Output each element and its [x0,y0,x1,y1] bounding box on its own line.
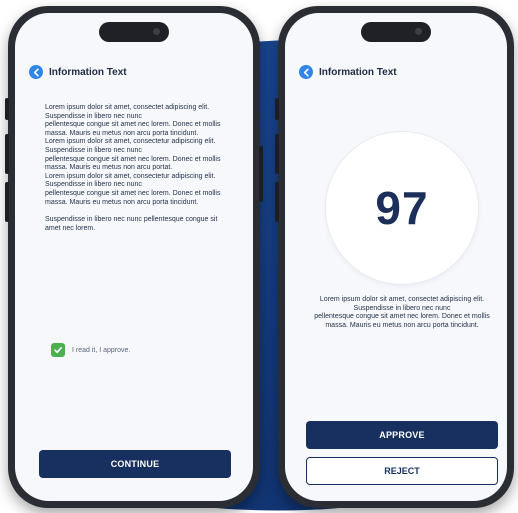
phone-side-button [5,134,9,174]
continue-button[interactable]: CONTINUE [39,450,231,478]
result-paragraph: pellentesque congue sit amet nec lorem. … [314,313,490,329]
info-text-body: Lorem ipsum dolor sit amet, consectet ad… [45,104,227,233]
info-paragraph: pellentesque congue sit amet nec lorem. … [45,155,221,172]
reject-button[interactable]: REJECT [306,457,498,485]
back-arrow-icon[interactable] [299,65,313,79]
info-paragraph: Lorem ipsum dolor sit amet, consectetur … [45,172,216,189]
info-paragraph: Lorem ipsum dolor sit amet, consectet ad… [45,104,210,120]
info-paragraph: pellentesque congue sit amet nec lorem. … [45,121,221,137]
checkbox-label: I read it, I approve. [72,346,131,354]
phone-side-button [275,98,279,120]
dynamic-island [99,22,169,42]
info-paragraph: Suspendisse in libero nec nunc pellentes… [45,216,218,232]
approve-button[interactable]: APPROVE [306,421,498,449]
phone-side-button [275,134,279,174]
approve-checkbox[interactable] [51,343,65,357]
left-screen: Information Text Lorem ipsum dolor sit a… [15,13,253,501]
camera-icon [415,28,422,35]
phone-side-button [259,146,263,202]
result-text-body: Lorem ipsum dolor sit amet, consectet ad… [303,296,501,330]
score-value: 97 [375,182,429,234]
page-title: Information Text [49,66,127,78]
checkmark-icon [54,347,62,354]
phone-side-button [5,98,9,120]
score-circle: 97 [326,132,478,284]
phone-left: Information Text Lorem ipsum dolor sit a… [5,6,263,508]
phone-side-button [275,182,279,222]
phone-right: Information Text 97 Lorem ipsum dolor si… [275,6,514,508]
result-paragraph: Lorem ipsum dolor sit amet, consectet ad… [319,296,485,312]
approve-checkbox-row[interactable]: I read it, I approve. [51,343,130,357]
right-header: Information Text [299,65,397,79]
info-paragraph: Lorem ipsum dolor sit amet, consectetur … [45,138,216,154]
left-header: Information Text [29,65,127,79]
dynamic-island [361,22,431,42]
right-screen: Information Text 97 Lorem ipsum dolor si… [285,13,507,501]
page-title: Information Text [319,66,397,78]
phone-side-button [5,182,9,222]
back-arrow-icon[interactable] [29,65,43,79]
camera-icon [153,28,160,35]
info-paragraph: pellentesque congue sit amet nec lorem. … [45,189,221,206]
